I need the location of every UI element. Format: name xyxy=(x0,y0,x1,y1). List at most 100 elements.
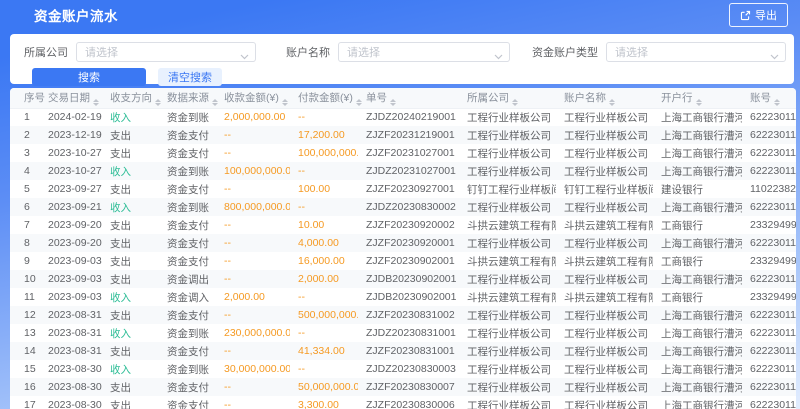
cell-account_no: 622230111 xyxy=(750,201,796,213)
cell-account_name: 工程行业样板公司 xyxy=(564,328,648,340)
cell-account_no: 622230111 xyxy=(750,399,796,409)
cell-order_no: ZJZF20230920001 xyxy=(366,237,455,249)
cell-date: 2023-09-27 xyxy=(48,183,102,195)
column-header-direction[interactable]: 收支方向 xyxy=(102,88,159,108)
clear-search-button[interactable]: 清空搜索 xyxy=(158,68,222,86)
cell-order_no: ZJDB20230902001 xyxy=(366,291,457,303)
cell-income: -- xyxy=(224,237,231,249)
cell-account_name: 工程行业样板公司 xyxy=(564,148,648,160)
export-button[interactable]: 导出 xyxy=(729,3,788,27)
cell-no: 10 xyxy=(24,273,36,285)
column-label: 账号 xyxy=(750,92,771,104)
cell-no: 15 xyxy=(24,363,36,375)
column-header-source[interactable]: 数据来源 xyxy=(159,88,216,108)
column-header-bank[interactable]: 开户行 xyxy=(653,88,742,108)
column-label: 所属公司 xyxy=(467,92,509,104)
account-type-select[interactable]: 请选择 xyxy=(606,42,786,62)
cell-direction: 支出 xyxy=(110,382,131,394)
cell-order_no: ZJZF20230830007 xyxy=(366,381,455,393)
cell-bank: 工商银行 xyxy=(661,256,703,268)
cell-bank: 上海工商银行漕河泾支行 xyxy=(661,328,742,340)
search-button[interactable]: 搜索 xyxy=(32,68,146,86)
cell-account_no: 233294994 xyxy=(750,255,796,267)
cell-income: -- xyxy=(224,183,231,195)
cell-company: 工程行业样板公司 xyxy=(467,310,551,322)
cell-order_no: ZJZF20230831002 xyxy=(366,309,455,321)
cell-company: 工程行业样板公司 xyxy=(467,166,551,178)
sort-icon xyxy=(774,99,780,107)
cell-company: 斗拱云建筑工程有限公司 xyxy=(467,292,556,304)
cell-account_no: 233294994 xyxy=(750,219,796,231)
cell-direction: 收入 xyxy=(110,328,131,340)
cell-payment: -- xyxy=(298,201,305,213)
table-row: 112023-09-03收入资金调入2,000.00--ZJDB20230902… xyxy=(10,288,796,306)
chevron-down-icon xyxy=(770,49,779,63)
cell-source: 资金支付 xyxy=(167,130,209,142)
cell-source: 资金支付 xyxy=(167,220,209,232)
cell-bank: 上海工商银行漕河泾支行 xyxy=(661,310,742,322)
column-label: 单号 xyxy=(366,92,387,104)
cell-income: -- xyxy=(224,345,231,357)
cell-income: 2,000,000.00 xyxy=(224,111,285,123)
sort-icon xyxy=(390,99,396,107)
column-header-company[interactable]: 所属公司 xyxy=(459,88,556,108)
account-name-select[interactable]: 请选择 xyxy=(338,42,510,62)
table-row: 42023-10-27收入资金到账100,000,000.00--ZJDZ202… xyxy=(10,162,796,180)
column-header-no: 序号 xyxy=(10,88,40,108)
cell-account_no: 622230111 xyxy=(750,273,796,285)
cell-order_no: ZJDB20230902001 xyxy=(366,273,457,285)
cell-source: 资金调出 xyxy=(167,274,209,286)
table-row: 142023-08-31支出资金支付--41,334.00ZJZF2023083… xyxy=(10,342,796,360)
cell-payment: 41,334.00 xyxy=(298,345,345,357)
sort-icon xyxy=(155,99,161,107)
cell-date: 2023-12-19 xyxy=(48,129,102,141)
table-row: 52023-09-27支出资金支付--100.00ZJZF20230927001… xyxy=(10,180,796,198)
column-header-account_no[interactable]: 账号 xyxy=(742,88,796,108)
cell-source: 资金到账 xyxy=(167,166,209,178)
cell-account_name: 工程行业样板公司 xyxy=(564,346,648,358)
cell-no: 5 xyxy=(24,183,30,195)
cell-income: 100,000,000.00 xyxy=(224,165,290,177)
cell-income: -- xyxy=(224,309,231,321)
cell-order_no: ZJDZ20240219001 xyxy=(366,111,456,123)
cell-company: 工程行业样板公司 xyxy=(467,346,551,358)
sort-icon xyxy=(212,99,218,107)
cell-date: 2023-08-30 xyxy=(48,399,102,409)
column-label: 数据来源 xyxy=(167,92,209,104)
account-type-filter-label: 资金账户类型 xyxy=(532,44,598,60)
cell-account_name: 工程行业样板公司 xyxy=(564,112,648,124)
table-row: 62023-09-21收入资金到账800,000,000.00--ZJDZ202… xyxy=(10,198,796,216)
cell-account_name: 斗拱云建筑工程有限公司 xyxy=(564,220,653,232)
column-header-order_no[interactable]: 单号 xyxy=(358,88,459,108)
cell-payment: 2,000.00 xyxy=(298,273,339,285)
column-header-date[interactable]: 交易日期 xyxy=(40,88,102,108)
table-row: 92023-09-03支出资金支付--16,000.00ZJZF20230902… xyxy=(10,252,796,270)
cell-account_no: 622230111 xyxy=(750,165,796,177)
cell-order_no: ZJZF20231219001 xyxy=(366,129,455,141)
cell-order_no: ZJDZ20230831001 xyxy=(366,327,456,339)
cell-source: 资金支付 xyxy=(167,400,209,409)
cell-payment: -- xyxy=(298,291,305,303)
table-row: 122023-08-31支出资金支付--500,000,000.00ZJZF20… xyxy=(10,306,796,324)
column-header-income[interactable]: 收款金额(¥) xyxy=(216,88,290,108)
table-row: 102023-09-03支出资金调出--2,000.00ZJDB20230902… xyxy=(10,270,796,288)
cell-bank: 上海工商银行漕河泾支行 xyxy=(661,202,742,214)
column-header-account_name[interactable]: 账户名称 xyxy=(556,88,653,108)
cell-bank: 工商银行 xyxy=(661,220,703,232)
column-label: 账户名称 xyxy=(564,92,606,104)
cell-no: 13 xyxy=(24,327,36,339)
cell-bank: 上海工商银行漕河泾支行 xyxy=(661,382,742,394)
chevron-down-icon xyxy=(240,49,249,63)
cell-date: 2023-08-30 xyxy=(48,381,102,393)
cell-order_no: ZJZF20230927001 xyxy=(366,183,455,195)
cell-account_name: 工程行业样板公司 xyxy=(564,382,648,394)
company-select[interactable]: 请选择 xyxy=(76,42,256,62)
cell-income: -- xyxy=(224,399,231,409)
cell-direction: 收入 xyxy=(110,166,131,178)
cell-company: 斗拱云建筑工程有限公司 xyxy=(467,220,556,232)
cell-company: 工程行业样板公司 xyxy=(467,274,551,286)
cell-account_name: 斗拱云建筑工程有限公司 xyxy=(564,292,653,304)
column-header-payment[interactable]: 付款金额(¥) xyxy=(290,88,358,108)
page-title: 资金账户流水 xyxy=(34,5,118,25)
cell-income: -- xyxy=(224,255,231,267)
